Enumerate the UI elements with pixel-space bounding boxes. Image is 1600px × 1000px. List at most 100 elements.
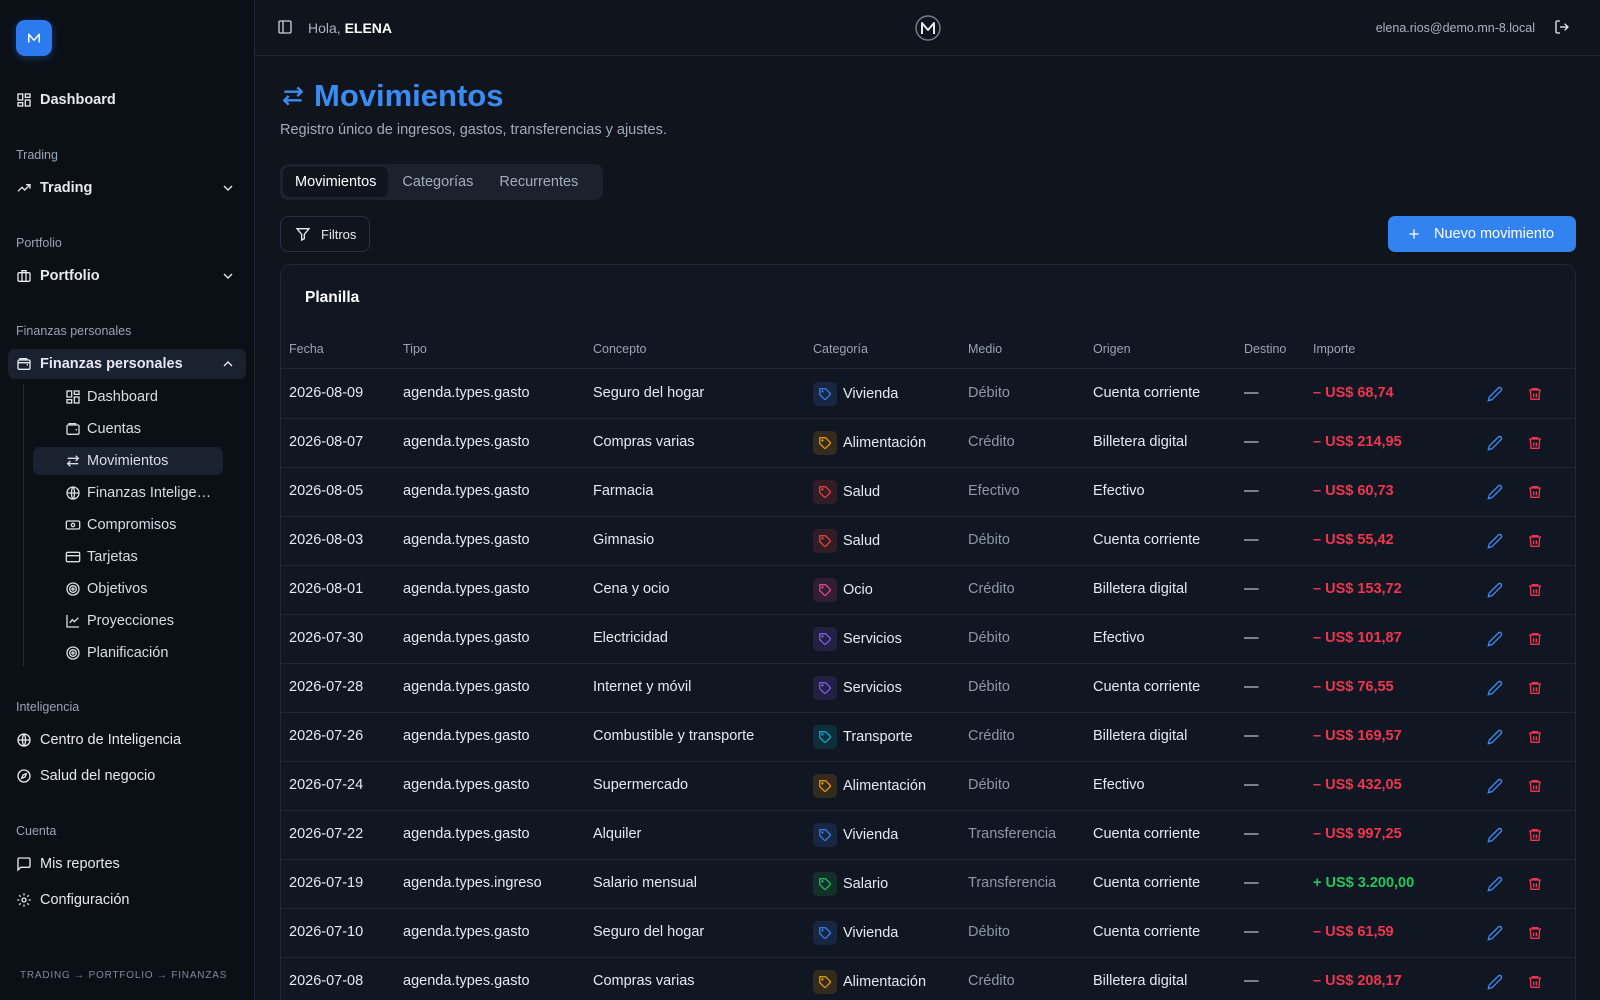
- sidebar-sub-label: Proyecciones: [87, 613, 175, 629]
- tag-icon: [813, 578, 837, 602]
- sidebar-sub-compromisos[interactable]: Compromisos: [33, 511, 223, 539]
- sidebar-sub-label: Movimientos: [87, 453, 169, 469]
- sidebar-item-mis-reportes[interactable]: Mis reportes: [8, 849, 246, 879]
- tab-movimientos[interactable]: Movimientos: [283, 167, 389, 197]
- delete-trash-icon[interactable]: [1527, 729, 1543, 745]
- delete-trash-icon[interactable]: [1527, 778, 1543, 794]
- cell-importe: – US$ 997,25: [1313, 826, 1402, 842]
- cell-fecha: 2026-07-19: [289, 875, 364, 891]
- edit-pencil-icon[interactable]: [1487, 582, 1503, 598]
- sidebar-sub-movimientos[interactable]: Movimientos: [33, 447, 223, 475]
- edit-pencil-icon[interactable]: [1487, 876, 1503, 892]
- table-row[interactable]: 2026-08-05 agenda.types.gasto Farmacia S…: [281, 468, 1575, 517]
- cell-fecha: 2026-08-09: [289, 385, 364, 401]
- sidebar-item-label: Finanzas personales: [40, 356, 183, 372]
- sidebar-sub-finanzas-inteligentes[interactable]: Finanzas Inteligentes: [33, 479, 223, 507]
- cell-tipo: agenda.types.gasto: [403, 581, 530, 597]
- cell-categoria: Vivienda: [813, 382, 898, 406]
- banknote-icon: [65, 517, 81, 533]
- table-row[interactable]: 2026-07-08 agenda.types.gasto Compras va…: [281, 958, 1575, 1000]
- table-row[interactable]: 2026-07-30 agenda.types.gasto Electricid…: [281, 615, 1575, 664]
- sidebar-sub-tarjetas[interactable]: Tarjetas: [33, 543, 223, 571]
- target-icon: [65, 581, 81, 597]
- cell-destino: —: [1244, 483, 1259, 499]
- delete-trash-icon[interactable]: [1527, 876, 1543, 892]
- category-label: Ocio: [843, 582, 873, 598]
- category-label: Transporte: [843, 729, 913, 745]
- delete-trash-icon[interactable]: [1527, 386, 1543, 402]
- edit-pencil-icon[interactable]: [1487, 778, 1503, 794]
- tab-recurrentes[interactable]: Recurrentes: [487, 167, 590, 197]
- sidebar-sub-proyecciones[interactable]: Proyecciones: [33, 607, 223, 635]
- cell-destino: —: [1244, 875, 1259, 891]
- edit-pencil-icon[interactable]: [1487, 680, 1503, 696]
- table-row[interactable]: 2026-08-01 agenda.types.gasto Cena y oci…: [281, 566, 1575, 615]
- filters-button[interactable]: Filtros: [280, 216, 370, 252]
- cell-importe: – US$ 208,17: [1313, 973, 1402, 989]
- brand-logo-icon[interactable]: [914, 14, 942, 42]
- sidebar-sub-dashboard[interactable]: Dashboard: [33, 383, 223, 411]
- edit-pencil-icon[interactable]: [1487, 729, 1503, 745]
- delete-trash-icon[interactable]: [1527, 680, 1543, 696]
- delete-trash-icon[interactable]: [1527, 582, 1543, 598]
- table-row[interactable]: 2026-07-24 agenda.types.gasto Supermerca…: [281, 762, 1575, 811]
- table-row[interactable]: 2026-08-09 agenda.types.gasto Seguro del…: [281, 370, 1575, 419]
- new-movement-button[interactable]: Nuevo movimiento: [1388, 216, 1576, 252]
- tag-icon: [813, 872, 837, 896]
- category-label: Vivienda: [843, 827, 899, 843]
- cell-medio: Crédito: [968, 581, 1015, 597]
- edit-pencil-icon[interactable]: [1487, 533, 1503, 549]
- delete-trash-icon[interactable]: [1527, 631, 1543, 647]
- cell-concepto: Gimnasio: [593, 532, 655, 548]
- message-square-icon: [16, 856, 32, 872]
- cell-medio: Débito: [968, 385, 1010, 401]
- table-row[interactable]: 2026-07-26 agenda.types.gasto Combustibl…: [281, 713, 1575, 762]
- table-row[interactable]: 2026-07-28 agenda.types.gasto Internet y…: [281, 664, 1575, 713]
- sidebar-sub-planificacion[interactable]: Planificación: [33, 639, 223, 667]
- edit-pencil-icon[interactable]: [1487, 925, 1503, 941]
- cell-medio: Crédito: [968, 434, 1015, 450]
- edit-pencil-icon[interactable]: [1487, 484, 1503, 500]
- table-row[interactable]: 2026-08-03 agenda.types.gasto Gimnasio S…: [281, 517, 1575, 566]
- cell-tipo: agenda.types.gasto: [403, 679, 530, 695]
- sidebar-item-finanzas[interactable]: Finanzas personales: [8, 349, 246, 379]
- table-row[interactable]: 2026-07-19 agenda.types.ingreso Salario …: [281, 860, 1575, 909]
- delete-trash-icon[interactable]: [1527, 484, 1543, 500]
- sidebar-item-trading[interactable]: Trading: [8, 173, 246, 203]
- edit-pencil-icon[interactable]: [1487, 827, 1503, 843]
- delete-trash-icon[interactable]: [1527, 925, 1543, 941]
- table-row[interactable]: 2026-07-22 agenda.types.gasto Alquiler V…: [281, 811, 1575, 860]
- sidebar-item-dashboard[interactable]: Dashboard: [8, 85, 246, 115]
- table-row[interactable]: 2026-07-10 agenda.types.gasto Seguro del…: [281, 909, 1575, 958]
- cell-concepto: Internet y móvil: [593, 679, 692, 695]
- delete-trash-icon[interactable]: [1527, 974, 1543, 990]
- delete-trash-icon[interactable]: [1527, 533, 1543, 549]
- sidebar-toggle-icon[interactable]: [277, 19, 293, 35]
- sidebar-sub-objetivos[interactable]: Objetivos: [33, 575, 223, 603]
- edit-pencil-icon[interactable]: [1487, 435, 1503, 451]
- sidebar-sub-label: Compromisos: [87, 517, 177, 533]
- cell-origen: Cuenta corriente: [1093, 826, 1201, 842]
- table-row[interactable]: 2026-08-07 agenda.types.gasto Compras va…: [281, 419, 1575, 468]
- edit-pencil-icon[interactable]: [1487, 386, 1503, 402]
- delete-trash-icon[interactable]: [1527, 435, 1543, 451]
- category-label: Vivienda: [843, 386, 899, 402]
- cell-origen: Cuenta corriente: [1093, 924, 1201, 940]
- sidebar-item-salud-negocio[interactable]: Salud del negocio: [8, 761, 246, 791]
- cell-fecha: 2026-07-10: [289, 924, 364, 940]
- sidebar-item-configuracion[interactable]: Configuración: [8, 885, 246, 915]
- sidebar-item-centro-inteligencia[interactable]: Centro de Inteligencia: [8, 725, 246, 755]
- cell-fecha: 2026-07-08: [289, 973, 364, 989]
- cell-concepto: Alquiler: [593, 826, 642, 842]
- section-label-finanzas: Finanzas personales: [16, 324, 132, 338]
- edit-pencil-icon[interactable]: [1487, 974, 1503, 990]
- delete-trash-icon[interactable]: [1527, 827, 1543, 843]
- logout-icon[interactable]: [1554, 19, 1570, 35]
- tab-categorias[interactable]: Categorías: [390, 167, 485, 197]
- footer-breadcrumb: TRADING → PORTFOLIO → FINANZAS: [20, 970, 228, 981]
- sidebar-item-portfolio[interactable]: Portfolio: [8, 261, 246, 291]
- app-logo[interactable]: [16, 20, 52, 56]
- sidebar-sub-cuentas[interactable]: Cuentas: [33, 415, 223, 443]
- edit-pencil-icon[interactable]: [1487, 631, 1503, 647]
- cell-medio: Transferencia: [968, 826, 1057, 842]
